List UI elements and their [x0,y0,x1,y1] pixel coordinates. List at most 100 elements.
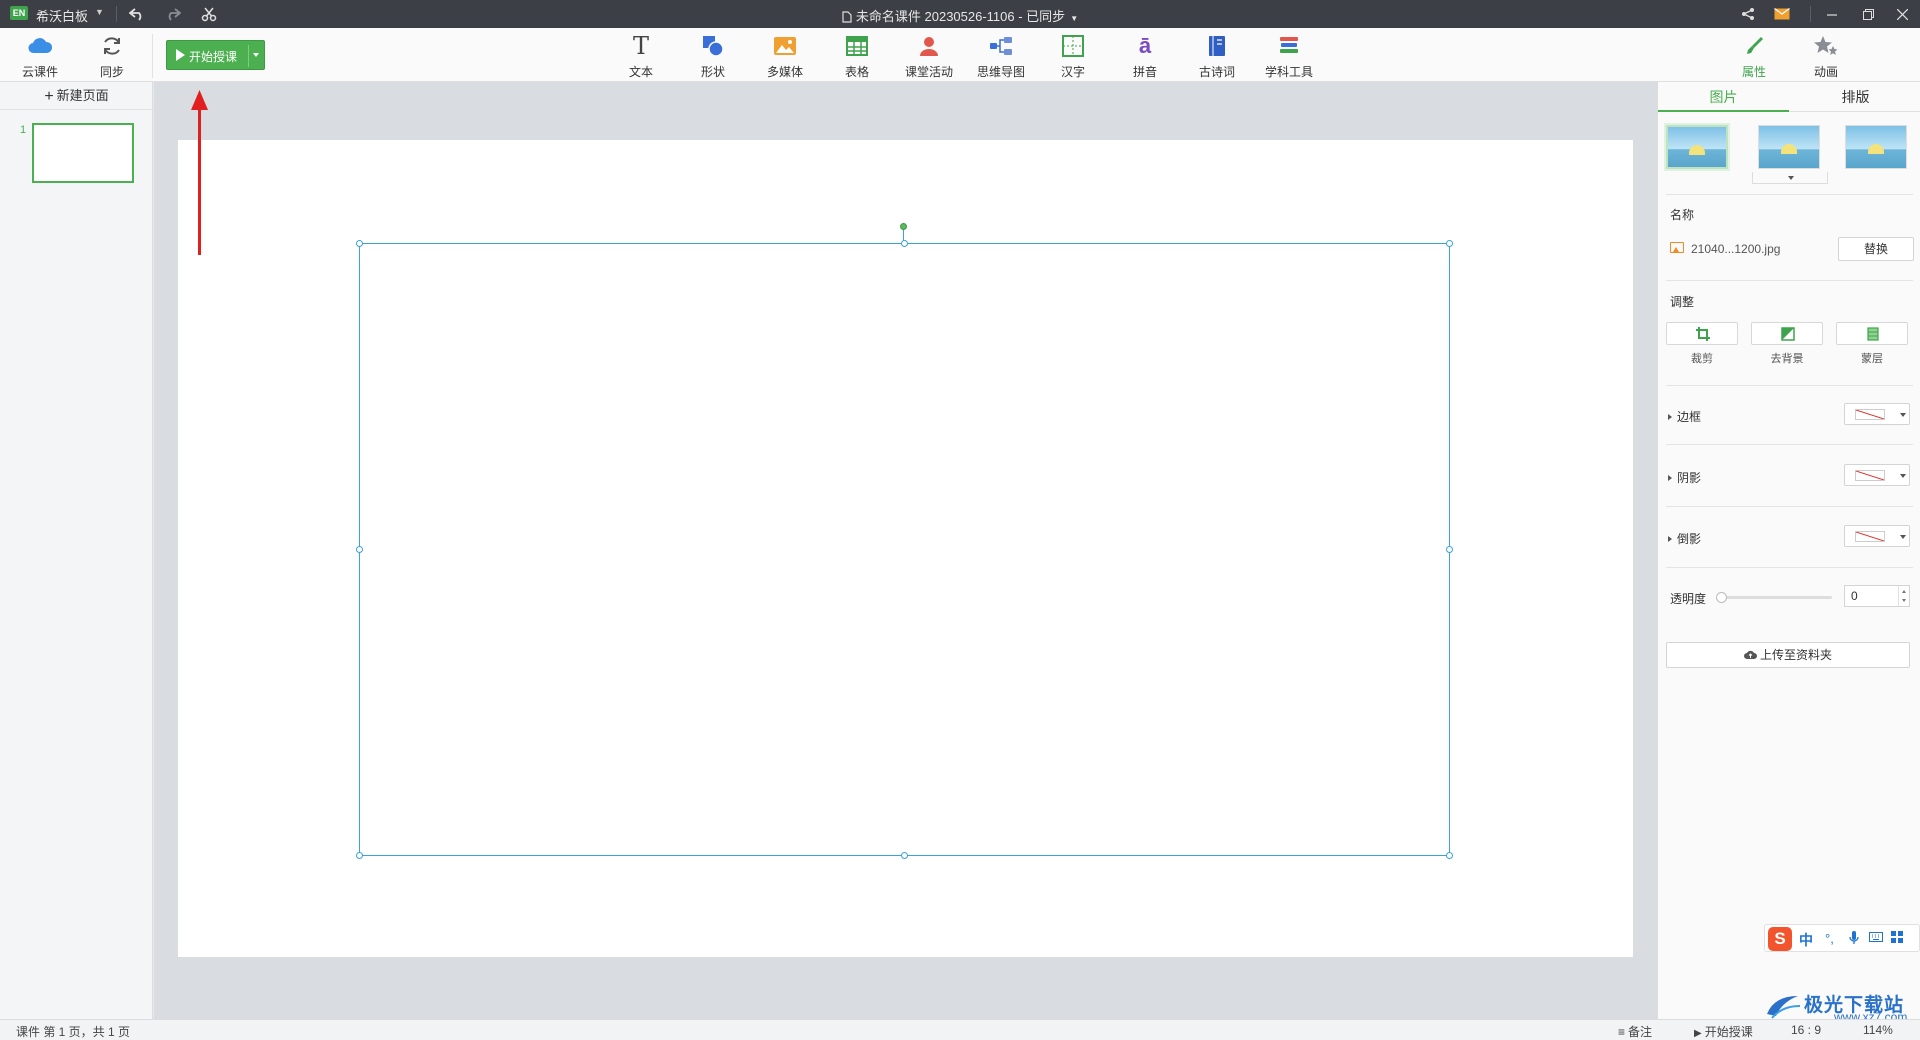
divider [1666,194,1913,195]
resize-handle-top-right[interactable] [1446,240,1453,247]
shadow-toggle[interactable]: 阴影 [1668,469,1701,486]
expand-icon [1668,414,1672,420]
slide-thumbnail[interactable] [32,123,134,183]
share-icon[interactable] [1737,3,1759,25]
annotation-arrow [191,90,208,255]
tool-hanzi-label: 汉字 [1060,65,1085,79]
document-icon [842,11,852,26]
main-toolbar: 云课件 同步 开始授课 T 文本 形状 多媒体 表格 课堂活动 思维导图 汉字 … [0,28,1920,82]
close-icon[interactable] [1884,0,1920,28]
start-class-button[interactable]: 开始授课 [166,40,265,70]
slide-canvas[interactable] [178,140,1633,957]
crop-button[interactable] [1666,322,1738,345]
resize-handle-bottom[interactable] [901,852,908,859]
opacity-slider-track[interactable] [1722,596,1832,599]
animation-button[interactable]: 动画 [1794,28,1858,82]
start-class-label: 开始授课 [189,50,238,64]
tool-poem-label: 古诗词 [1198,65,1235,79]
new-page-button[interactable]: + 新建页面 [0,82,153,110]
replace-button[interactable]: 替换 [1838,237,1914,261]
poem-icon [1205,34,1229,58]
ime-toolbar[interactable]: S 中 °, [1764,924,1920,952]
mask-button[interactable] [1836,322,1908,345]
resize-handle-left[interactable] [356,546,363,553]
divider [1666,444,1913,445]
document-menu-chevron-icon[interactable]: ▼ [1070,14,1078,23]
tool-mindmap[interactable]: 思维导图 [969,28,1033,82]
image-style-option[interactable] [1664,123,1730,171]
cloud-courseware-label: 云课件 [21,65,58,79]
start-class-dropdown-icon[interactable] [253,53,259,57]
divider [1666,567,1913,568]
opacity-slider-handle[interactable] [1716,592,1727,603]
border-label: 边框 [1677,410,1702,424]
reflection-label: 倒影 [1677,532,1702,546]
tool-shape[interactable]: 形状 [681,28,745,82]
document-title[interactable]: 未命名课件 20230526-1106 - 已同步 ▼ [0,6,1920,26]
shadow-color-select[interactable] [1844,464,1910,486]
more-styles-chevron-icon[interactable] [1752,172,1828,184]
sync-icon [100,34,124,58]
resize-handle-top[interactable] [901,240,908,247]
image-style-option[interactable] [1758,125,1820,169]
tool-class-activity-label: 课堂活动 [904,65,953,79]
divider [1666,385,1913,386]
tab-layout[interactable]: 排版 [1790,82,1920,112]
tool-class-activity[interactable]: 课堂活动 [897,28,961,82]
upload-to-library-button[interactable]: 上传至资料夹 [1666,642,1910,668]
properties-button[interactable]: 属性 [1722,28,1786,82]
tab-image[interactable]: 图片 [1658,82,1789,112]
remove-background-button[interactable] [1751,322,1823,345]
status-start-class-button[interactable]: ▶ 开始授课 [1694,1023,1753,1040]
notes-icon: ≡ [1618,1025,1626,1039]
cloud-upload-icon [1743,650,1757,659]
tool-poem[interactable]: 古诗词 [1185,28,1249,82]
play-icon [176,49,185,61]
microphone-icon[interactable] [1849,931,1859,948]
resize-handle-bottom-right[interactable] [1446,852,1453,859]
pinyin-icon: ā [1138,33,1152,58]
watermark: 极光下载站 www.xz7.com [1764,990,1920,1024]
sync-button[interactable]: 同步 [80,28,144,82]
stepper-up-icon[interactable] [1902,590,1906,593]
tool-subject-tools[interactable]: 学科工具 [1257,28,1321,82]
cloud-courseware-button[interactable]: 云课件 [8,28,72,82]
tool-pinyin[interactable]: ā 拼音 [1113,28,1177,82]
border-toggle[interactable]: 边框 [1668,408,1701,425]
grid-menu-icon[interactable] [1891,931,1904,947]
resize-handle-bottom-left[interactable] [356,852,363,859]
tool-media[interactable]: 多媒体 [753,28,817,82]
border-color-select[interactable] [1844,403,1910,425]
resize-handle-right[interactable] [1446,546,1453,553]
tool-media-label: 多媒体 [766,65,803,79]
image-style-option[interactable] [1845,125,1907,169]
reflection-color-select[interactable] [1844,525,1910,547]
restore-icon[interactable] [1850,0,1886,28]
tool-table[interactable]: 表格 [825,28,889,82]
resize-handle-top-left[interactable] [356,240,363,247]
opacity-stepper[interactable] [1898,586,1909,606]
reflection-toggle[interactable]: 倒影 [1668,530,1701,547]
selected-image-frame[interactable] [356,240,1453,859]
keyboard-icon[interactable] [1869,931,1883,946]
punctuation-icon[interactable]: °, [1825,931,1834,946]
rotate-handle[interactable] [900,223,907,230]
name-section-title: 名称 [1670,208,1695,222]
tool-shape-label: 形状 [700,65,725,79]
notes-button[interactable]: ≡ 备注 [1618,1023,1652,1040]
aspect-ratio-select[interactable]: 16 : 9 [1791,1023,1821,1037]
crop-icon [1696,327,1710,341]
image-file-name: 21040...1200.jpg [1691,242,1781,256]
tool-text[interactable]: T 文本 [609,28,673,82]
canvas-area[interactable] [154,82,1657,1019]
sogou-logo-icon[interactable]: S [1768,927,1792,951]
zoom-select[interactable]: 114% [1863,1023,1893,1037]
mail-icon[interactable] [1771,3,1793,25]
no-color-swatch [1855,531,1885,542]
opacity-label: 透明度 [1670,592,1707,606]
tool-hanzi[interactable]: 汉字 [1041,28,1105,82]
ime-mode-indicator[interactable]: 中 [1799,930,1813,950]
stepper-down-icon[interactable] [1902,599,1906,602]
title-bar: EN 希沃白板 ▼ 未命名课件 20230526-1106 - 已同步 ▼ [0,0,1920,28]
minimize-icon[interactable] [1814,0,1850,28]
